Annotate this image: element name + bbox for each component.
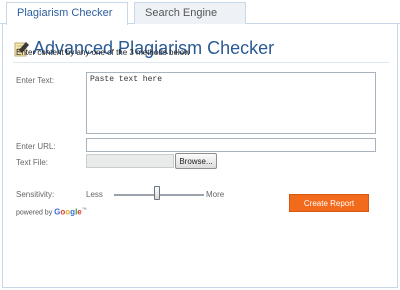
text-input[interactable] — [86, 72, 376, 134]
enter-text-label: Enter Text: — [16, 76, 55, 85]
url-input[interactable] — [86, 138, 376, 152]
tab-plagiarism-checker[interactable]: Plagiarism Checker — [6, 2, 128, 25]
sensitivity-label: Sensitivity: — [16, 190, 55, 199]
create-report-button[interactable]: Create Report — [289, 194, 369, 212]
browse-button[interactable]: Browse... — [175, 153, 217, 169]
text-file-label: Text File: — [16, 158, 49, 167]
title-divider — [13, 62, 389, 63]
google-logo: Google — [54, 207, 82, 217]
trademark-mark: ™ — [81, 207, 87, 213]
powered-by-text: powered by — [16, 209, 53, 217]
tab-bar: Plagiarism Checker Search Engine Reports — [0, 0, 400, 39]
sensitivity-more-label: More — [206, 190, 225, 199]
file-path-field[interactable] — [86, 154, 174, 168]
sensitivity-slider-thumb[interactable] — [154, 186, 160, 200]
powered-by: powered by Google™ — [16, 207, 87, 216]
enter-url-label: Enter URL: — [16, 142, 56, 151]
tab-search-engine-reports[interactable]: Search Engine Reports — [134, 2, 246, 39]
sensitivity-less-label: Less — [86, 190, 103, 199]
instructions-text: Enter content by any one of the 3 method… — [16, 48, 190, 57]
